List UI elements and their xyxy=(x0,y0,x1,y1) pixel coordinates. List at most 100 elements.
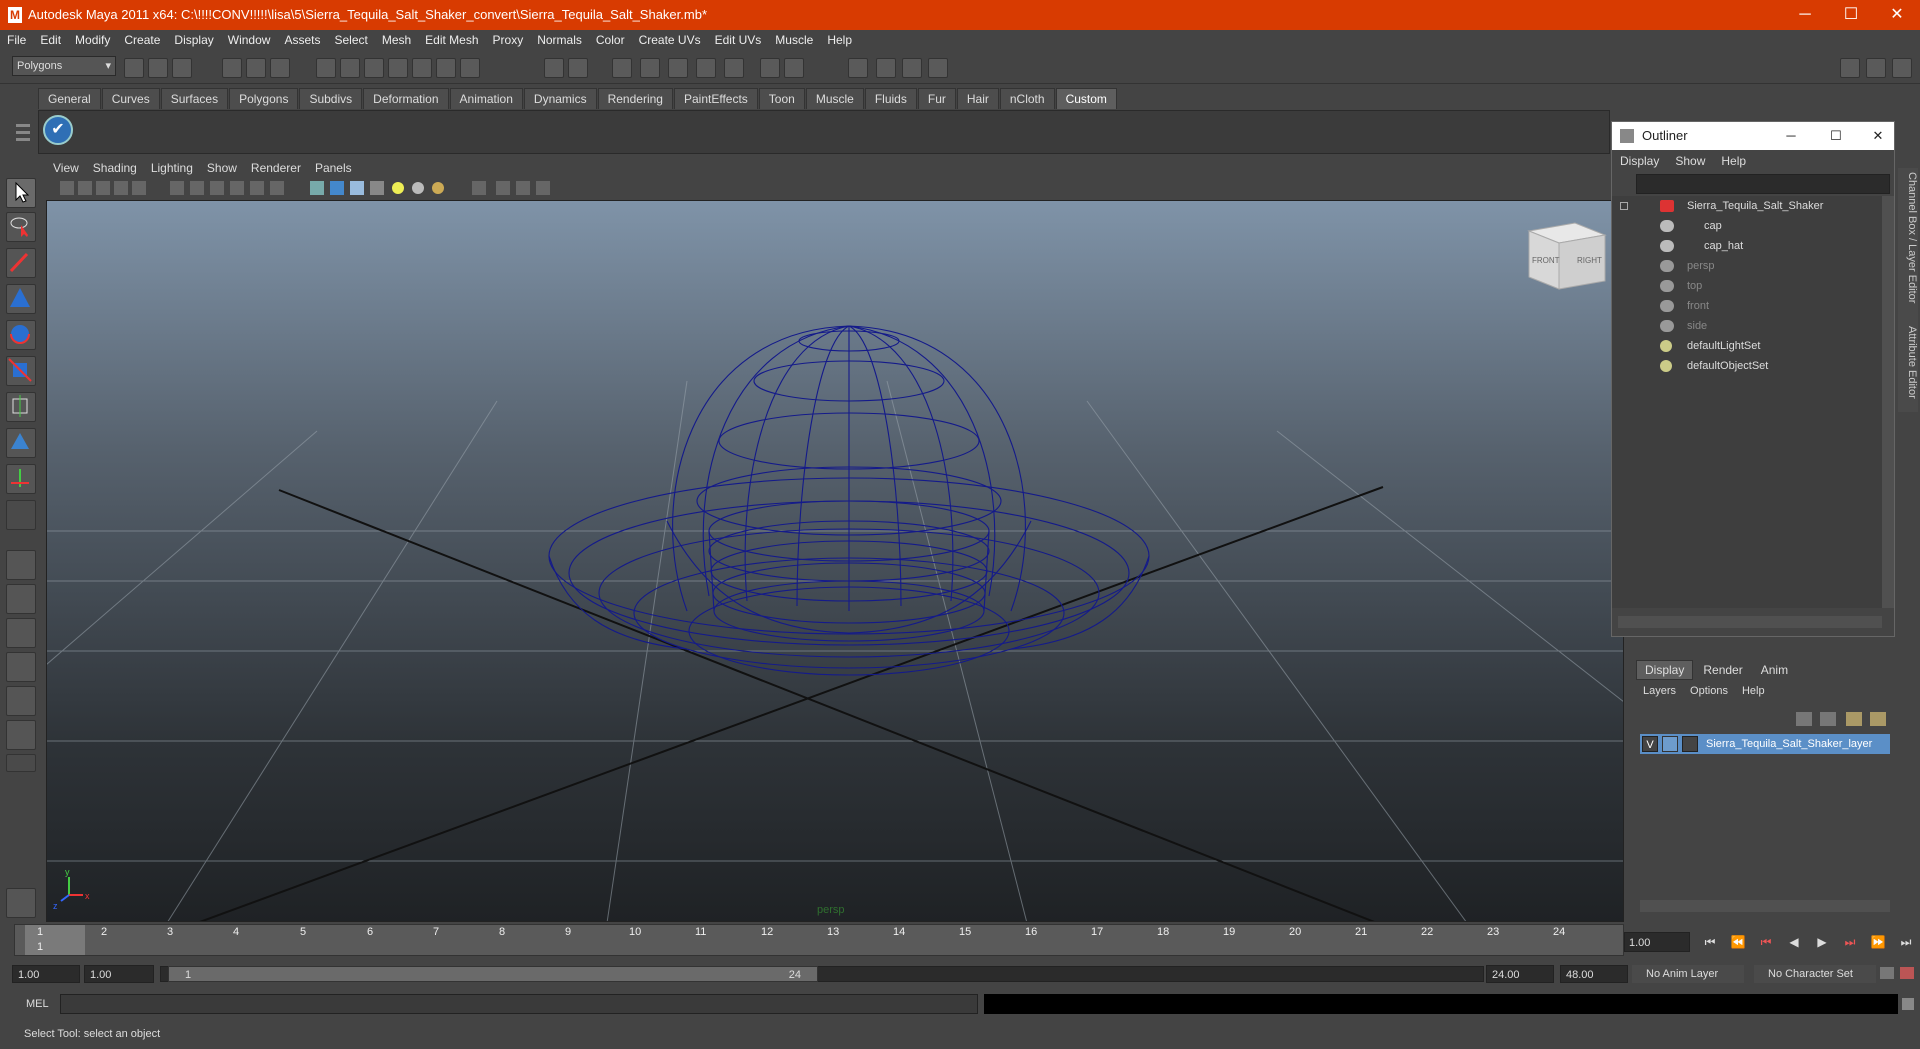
image-plane-icon[interactable] xyxy=(114,181,128,195)
playback-end-field[interactable]: 24.00 xyxy=(1486,965,1554,983)
outliner-item-cap[interactable]: cap xyxy=(1612,216,1882,236)
layer-playback-toggle[interactable] xyxy=(1662,736,1678,752)
menu-edit-uvs[interactable]: Edit UVs xyxy=(708,33,769,47)
outliner-item-root[interactable]: Sierra_Tequila_Salt_Shaker xyxy=(1612,196,1882,216)
help-icon[interactable] xyxy=(460,58,480,78)
safe-title-icon[interactable] xyxy=(270,181,284,195)
layer-row[interactable]: V Sierra_Tequila_Salt_Shaker_layer xyxy=(1640,734,1890,754)
playback-start-field[interactable]: 1.00 xyxy=(84,965,154,983)
tab-fur[interactable]: Fur xyxy=(917,88,956,109)
script-editor-button[interactable] xyxy=(1902,998,1914,1010)
layer-color-swatch[interactable] xyxy=(1682,736,1698,752)
play-forward-icon[interactable]: ▶ xyxy=(1808,935,1836,949)
tab-hair[interactable]: Hair xyxy=(956,88,999,109)
render-settings-icon[interactable] xyxy=(784,58,804,78)
outliner-item-side[interactable]: side xyxy=(1612,316,1882,336)
save-scene-icon[interactable] xyxy=(172,58,192,78)
outliner-menu-display[interactable]: Display xyxy=(1612,154,1667,168)
layer-scrollbar[interactable] xyxy=(1640,900,1890,912)
preferences-icon[interactable] xyxy=(1900,967,1914,979)
create-empty-layer-icon[interactable] xyxy=(1870,712,1886,726)
tab-rendering[interactable]: Rendering xyxy=(597,88,673,109)
scene-canvas[interactable]: persp FRONT RIGHT y x z xyxy=(47,201,1624,922)
outliner-menu-show[interactable]: Show xyxy=(1667,154,1713,168)
snap-grid-icon[interactable] xyxy=(316,58,336,78)
scale-tool-icon[interactable] xyxy=(6,356,36,386)
current-time-field[interactable]: 1.00 xyxy=(1624,932,1690,952)
tab-animation[interactable]: Animation xyxy=(449,88,523,109)
last-tool-icon[interactable] xyxy=(6,464,36,494)
viewport-menu-panels[interactable]: Panels xyxy=(308,161,359,175)
hypershade-icon[interactable] xyxy=(848,58,868,78)
step-back-icon[interactable]: ⏪ xyxy=(1724,935,1752,949)
render-view-icon[interactable] xyxy=(760,58,780,78)
render-current-icon[interactable] xyxy=(696,58,716,78)
end-time-field[interactable]: 48.00 xyxy=(1560,965,1628,983)
menu-mesh[interactable]: Mesh xyxy=(375,33,418,47)
lasso-tool-icon[interactable] xyxy=(6,212,36,242)
viewport-menu-view[interactable]: View xyxy=(46,161,86,175)
character-set-dropdown[interactable]: No Character Set xyxy=(1754,965,1876,983)
anim-layer-dropdown[interactable]: No Anim Layer xyxy=(1632,965,1744,983)
tab-polygons[interactable]: Polygons xyxy=(229,88,299,109)
menu-create[interactable]: Create xyxy=(117,33,167,47)
collapse-icon[interactable] xyxy=(1620,202,1628,210)
outliner-item-default-light-set[interactable]: defaultLightSet xyxy=(1612,336,1882,356)
graph-persp-layout-icon[interactable] xyxy=(6,652,36,682)
go-to-start-icon[interactable]: ⏮ xyxy=(1696,935,1724,950)
lock-icon[interactable] xyxy=(544,58,564,78)
layer-from-selected-icon[interactable] xyxy=(1820,712,1836,726)
manipulator-icon[interactable] xyxy=(6,392,36,422)
play-backward-icon[interactable]: ◀ xyxy=(1780,935,1808,949)
layer-menu-help[interactable]: Help xyxy=(1735,685,1772,697)
camera-attr-icon[interactable] xyxy=(78,181,92,195)
tab-subdivs[interactable]: Subdivs xyxy=(299,88,363,109)
tab-curves[interactable]: Curves xyxy=(101,88,160,109)
layout-single-icon[interactable] xyxy=(1840,58,1860,78)
select-component-icon[interactable] xyxy=(270,58,290,78)
all-lights-icon[interactable] xyxy=(412,182,424,194)
rotate-tool-icon[interactable] xyxy=(6,320,36,350)
tab-general[interactable]: General xyxy=(38,88,101,109)
minimize-button[interactable]: ─ xyxy=(1782,0,1828,30)
smooth-shade-icon[interactable] xyxy=(330,181,344,195)
hypershade-layout-icon[interactable] xyxy=(6,686,36,716)
single-pane-layout-icon[interactable] xyxy=(6,550,36,580)
new-scene-icon[interactable] xyxy=(124,58,144,78)
outliner-menu-help[interactable]: Help xyxy=(1713,154,1754,168)
menu-create-uvs[interactable]: Create UVs xyxy=(632,33,708,47)
shelf-menu-icon[interactable] xyxy=(16,118,30,150)
outliner-close-button[interactable]: ✕ xyxy=(1864,122,1892,150)
outliner-item-default-object-set[interactable]: defaultObjectSet xyxy=(1612,356,1882,376)
attribute-editor-tab[interactable]: Attribute Editor xyxy=(1898,322,1918,412)
menu-assets[interactable]: Assets xyxy=(277,33,327,47)
start-time-field[interactable]: 1.00 xyxy=(12,965,80,983)
menu-window[interactable]: Window xyxy=(221,33,278,47)
input-ops-icon[interactable] xyxy=(612,58,632,78)
command-input[interactable] xyxy=(60,994,978,1014)
render-frame-icon[interactable] xyxy=(876,58,896,78)
outliner-minimize-button[interactable]: ─ xyxy=(1777,122,1805,150)
snap-live-icon[interactable] xyxy=(412,58,432,78)
check-icon[interactable]: ✔ xyxy=(43,115,73,145)
paint-select-icon[interactable] xyxy=(6,248,36,278)
viewport-menu-show[interactable]: Show xyxy=(200,161,244,175)
menu-modify[interactable]: Modify xyxy=(68,33,117,47)
tab-surfaces[interactable]: Surfaces xyxy=(160,88,229,109)
move-tool-icon[interactable] xyxy=(6,284,36,314)
two-pane-layout-icon[interactable] xyxy=(6,618,36,648)
range-handle[interactable]: 1 24 xyxy=(168,966,818,982)
resolution-gate-icon[interactable] xyxy=(210,181,224,195)
wireframe-model[interactable] xyxy=(548,325,1150,676)
toggle-layout-icon[interactable] xyxy=(928,58,948,78)
step-forward-icon[interactable]: ⏩ xyxy=(1864,935,1892,949)
safe-action-icon[interactable] xyxy=(250,181,264,195)
menu-edit[interactable]: Edit xyxy=(33,33,68,47)
layer-menu-options[interactable]: Options xyxy=(1683,685,1735,697)
close-button[interactable]: ✕ xyxy=(1874,0,1920,30)
viewport-menu-renderer[interactable]: Renderer xyxy=(244,161,308,175)
snap-curve-icon[interactable] xyxy=(340,58,360,78)
tab-muscle[interactable]: Muscle xyxy=(805,88,864,109)
maximize-button[interactable]: ☐ xyxy=(1828,0,1874,30)
show-render-globals-icon[interactable] xyxy=(902,58,922,78)
